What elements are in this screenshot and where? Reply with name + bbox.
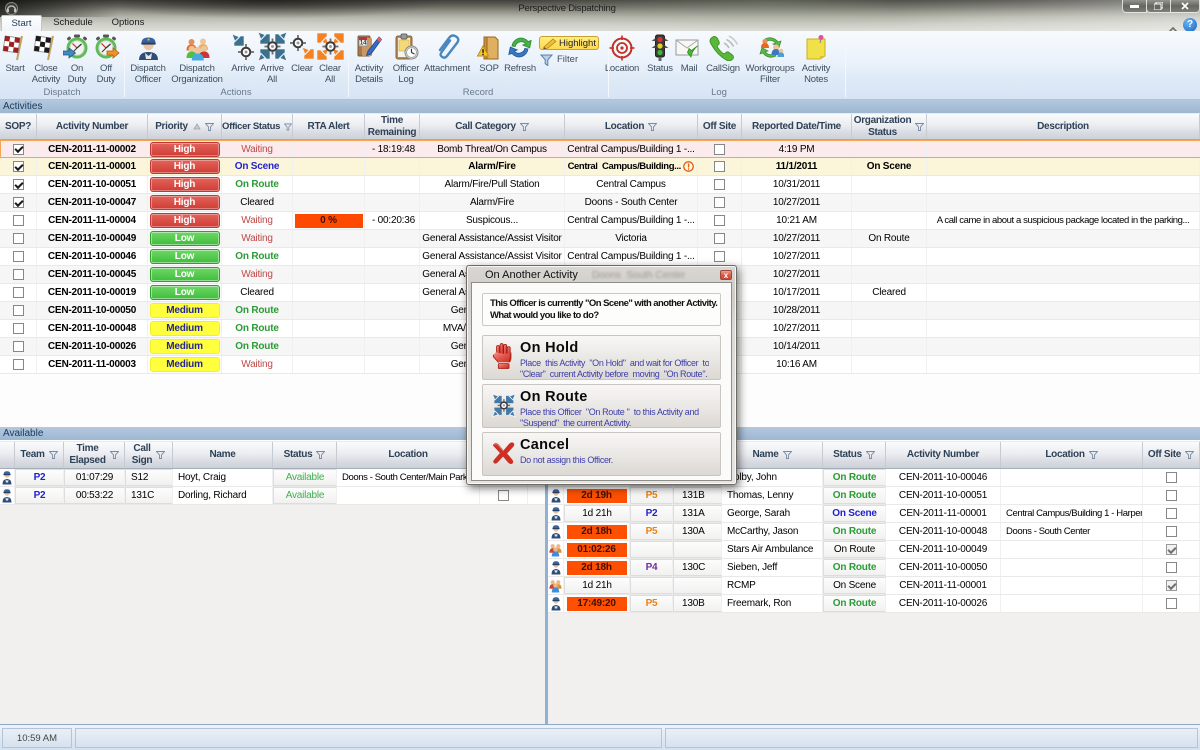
svg-text:14: 14 <box>360 41 367 47</box>
